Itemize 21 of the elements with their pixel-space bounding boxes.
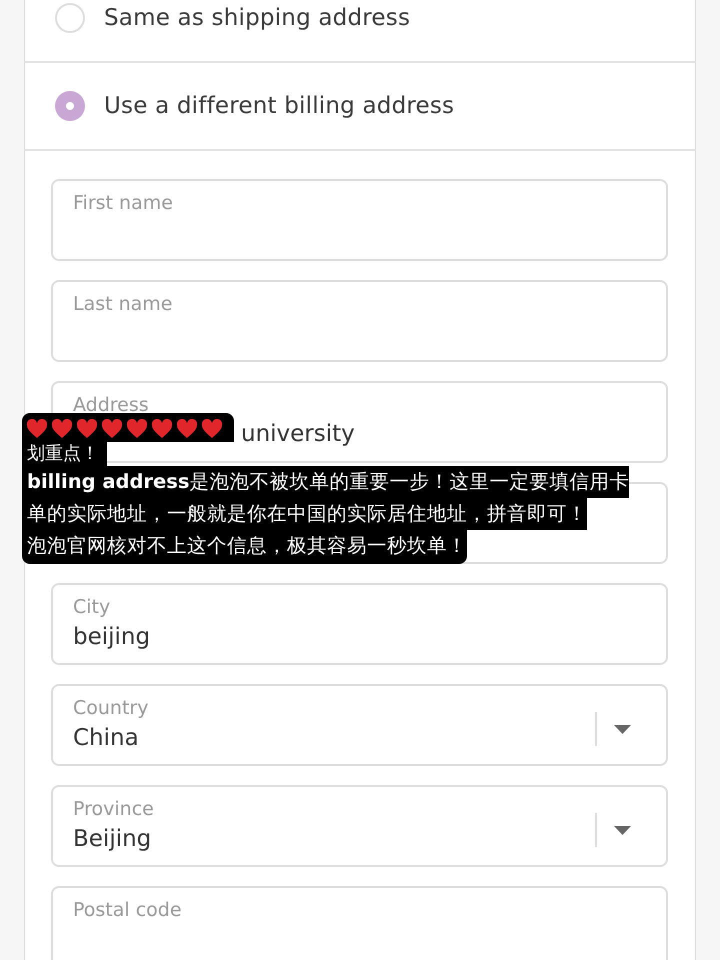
heart-icon: [51, 419, 73, 439]
heart-icon: [76, 419, 98, 439]
radio-label[interactable]: Same as shipping address: [104, 5, 410, 31]
input-field[interactable]: City beijing: [51, 583, 668, 665]
dropdown-field[interactable]: Country China: [51, 684, 668, 766]
heart-icon: [26, 419, 48, 439]
heart-icon: [126, 419, 148, 439]
caption-text: 泡泡官网核对不上这个信息，极其容易一秒坎单！: [22, 530, 467, 564]
caret-icon: [614, 826, 631, 834]
radio-label[interactable]: Use a different billing address: [104, 93, 454, 119]
radio-button[interactable]: [55, 3, 85, 33]
heart-icon: [101, 419, 123, 439]
heart-icon: [151, 419, 173, 439]
radio-button[interactable]: [55, 91, 85, 121]
caption-text: billing address是泡泡不被坎单的重要一步！这里一定要填信用卡: [22, 466, 630, 498]
caption-title: 划重点！: [22, 442, 107, 466]
heart-icon: [176, 419, 198, 439]
heart-icon: [201, 419, 223, 439]
caret-icon: [614, 724, 631, 734]
dropdown-field[interactable]: Province Beijing: [51, 785, 668, 867]
caption-text: 单的实际地址，一般就是你在中国的实际居住地址，拼音即可！: [22, 498, 587, 530]
